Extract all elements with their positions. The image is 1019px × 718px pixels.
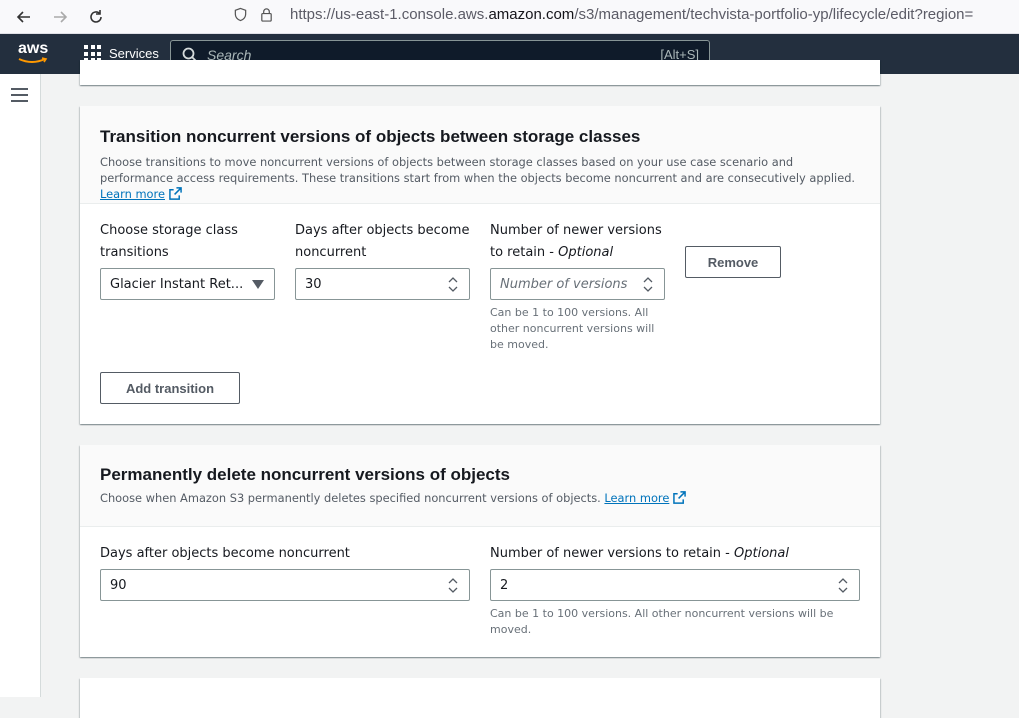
transition-description-text: Choose transitions to move noncurrent ve… bbox=[100, 155, 856, 185]
external-link-icon[interactable] bbox=[169, 187, 182, 200]
hint-line-2: other noncurrent versions will bbox=[490, 322, 655, 335]
delete-panel-description: Choose when Amazon S3 permanently delete… bbox=[100, 490, 860, 506]
hint-line-2: moved. bbox=[490, 623, 532, 636]
forward-arrow-icon[interactable] bbox=[47, 4, 73, 30]
url-prefix: https://us-east-1.console.aws. bbox=[290, 5, 489, 23]
stepper-icon[interactable] bbox=[447, 577, 459, 594]
transition-days-label: Days after objects become noncurrent bbox=[295, 220, 469, 264]
delete-description-text: Choose when Amazon S3 permanently delete… bbox=[100, 491, 601, 505]
reload-icon[interactable] bbox=[83, 4, 109, 30]
stepper-icon[interactable] bbox=[447, 276, 459, 293]
delete-versions-value: 2 bbox=[500, 577, 509, 593]
delete-days-input[interactable]: 90 bbox=[100, 569, 470, 601]
transition-panel-description: Choose transitions to move noncurrent ve… bbox=[100, 154, 860, 202]
next-panel bbox=[80, 678, 880, 718]
delete-panel-title: Permanently delete noncurrent versions o… bbox=[100, 465, 511, 484]
transition-versions-label-text: to retain - bbox=[490, 245, 559, 260]
transition-versions-input[interactable]: Number of versions bbox=[490, 268, 665, 300]
remove-transition-button[interactable]: Remove bbox=[685, 246, 781, 278]
transition-noncurrent-panel: Transition noncurrent versions of object… bbox=[80, 106, 880, 424]
permanently-delete-panel: Permanently delete noncurrent versions o… bbox=[80, 445, 880, 657]
stepper-icon[interactable] bbox=[837, 577, 849, 594]
transition-days-label-line-2: noncurrent bbox=[295, 245, 367, 260]
delete-learn-more-link[interactable]: Learn more bbox=[604, 491, 669, 505]
url-suffix: /s3/management/techvista-portfolio-yp/li… bbox=[574, 5, 974, 23]
aws-logo-text: aws bbox=[18, 40, 49, 57]
transition-versions-label-line-2: to retain - Optional bbox=[490, 242, 662, 264]
delete-days-label: Days after objects become noncurrent bbox=[100, 546, 350, 561]
browser-toolbar: https://us-east-1.console.aws.amazon.com… bbox=[0, 0, 1019, 34]
storage-class-value: Glacier Instant Ret... bbox=[110, 276, 244, 292]
transition-days-value: 30 bbox=[305, 276, 322, 292]
hint-line-3: be moved. bbox=[490, 338, 549, 351]
transition-versions-label-line-1: Number of newer versions bbox=[490, 223, 662, 238]
previous-panel bbox=[80, 60, 880, 85]
transition-versions-placeholder: Number of versions bbox=[500, 276, 628, 292]
external-link-icon[interactable] bbox=[673, 491, 687, 504]
delete-versions-hint: Can be 1 to 100 versions. All other nonc… bbox=[490, 606, 850, 638]
side-nav-rail bbox=[0, 74, 41, 697]
url-text[interactable]: https://us-east-1.console.aws.amazon.com… bbox=[290, 6, 973, 23]
address-bar[interactable]: https://us-east-1.console.aws.amazon.com… bbox=[232, 0, 1019, 28]
menu-icon[interactable] bbox=[11, 88, 28, 102]
transition-days-input[interactable]: 30 bbox=[295, 268, 470, 300]
transition-panel-title: Transition noncurrent versions of object… bbox=[100, 127, 641, 146]
optional-tag: Optional bbox=[558, 245, 614, 260]
shield-icon[interactable] bbox=[232, 6, 248, 22]
delete-versions-label-text: Number of newer versions to retain - bbox=[490, 546, 734, 561]
storage-class-label: Choose storage class transitions bbox=[100, 220, 238, 264]
transition-days-label-line-1: Days after objects become bbox=[295, 223, 470, 238]
hint-line-1: Can be 1 to 100 versions. All other nonc… bbox=[490, 607, 834, 620]
delete-versions-label: Number of newer versions to retain - Opt… bbox=[490, 543, 789, 565]
url-domain: amazon.com bbox=[488, 5, 575, 23]
storage-class-label-line-2: transitions bbox=[100, 245, 169, 260]
storage-class-label-line-1: Choose storage class bbox=[100, 223, 238, 238]
transition-learn-more-link[interactable]: Learn more bbox=[100, 187, 165, 201]
lock-icon[interactable] bbox=[258, 6, 274, 22]
stepper-icon[interactable] bbox=[642, 276, 654, 293]
transition-panel-header: Transition noncurrent versions of object… bbox=[80, 106, 880, 204]
aws-logo[interactable]: aws bbox=[18, 41, 50, 67]
aws-smile-icon bbox=[18, 57, 48, 63]
transition-versions-hint: Can be 1 to 100 versions. All other nonc… bbox=[490, 305, 670, 353]
delete-versions-input[interactable]: 2 bbox=[490, 569, 860, 601]
storage-class-select[interactable]: Glacier Instant Ret... bbox=[100, 268, 275, 300]
delete-panel-header: Permanently delete noncurrent versions o… bbox=[80, 445, 880, 527]
hint-line-1: Can be 1 to 100 versions. All bbox=[490, 306, 649, 319]
transition-versions-label: Number of newer versions to retain - Opt… bbox=[490, 220, 662, 264]
caret-down-icon bbox=[252, 280, 264, 289]
add-transition-button[interactable]: Add transition bbox=[100, 372, 240, 404]
services-label: Services bbox=[109, 46, 159, 61]
delete-days-value: 90 bbox=[110, 577, 127, 593]
optional-tag: Optional bbox=[734, 546, 789, 561]
back-arrow-icon[interactable] bbox=[11, 4, 37, 30]
